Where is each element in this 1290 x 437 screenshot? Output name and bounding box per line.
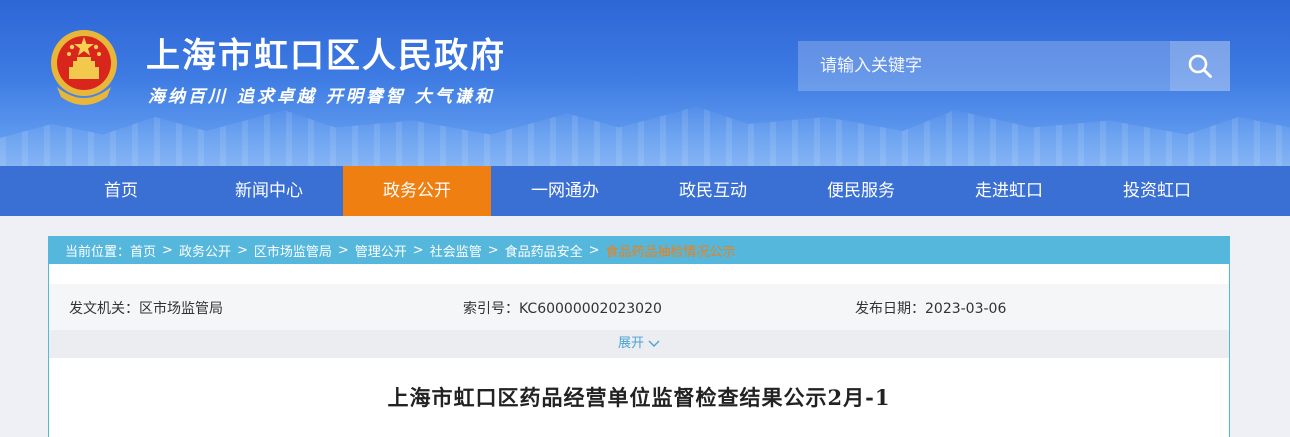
search-input[interactable] (798, 41, 1170, 91)
index-value: KC60000002023020 (519, 301, 662, 317)
site-slogan: 海纳百川 追求卓越 开明睿智 大气谦和 (148, 87, 495, 107)
issuer-value: 区市场监管局 (139, 301, 223, 317)
chevron-down-icon (648, 340, 660, 347)
national-emblem-icon[interactable] (47, 27, 121, 105)
breadcrumb: 当前位置： 首页 > 政务公开 > 区市场监管局 > 管理公开 > 社会监管 >… (49, 236, 1229, 264)
breadcrumb-item[interactable]: 区市场监管局 (254, 241, 332, 260)
main-nav: 首页 新闻中心 政务公开 一网通办 政民互动 便民服务 走进虹口 投资虹口 (0, 166, 1290, 216)
breadcrumb-separator: > (337, 242, 349, 258)
breadcrumb-separator: > (162, 242, 173, 258)
document-metadata: 发文机关：区市场监管局 索引号：KC60000002023020 发布日期：20… (49, 284, 1229, 330)
nav-item-government-affairs[interactable]: 政务公开 (343, 166, 491, 216)
date-label: 发布日期： (855, 301, 925, 317)
nav-item-news[interactable]: 新闻中心 (195, 166, 343, 216)
content-panel: 当前位置： 首页 > 政务公开 > 区市场监管局 > 管理公开 > 社会监管 >… (48, 236, 1230, 437)
breadcrumb-separator: > (236, 242, 248, 258)
breadcrumb-item[interactable]: 管理公开 (355, 241, 407, 260)
expand-toggle[interactable]: 展开 (49, 330, 1229, 358)
search-icon (1188, 54, 1212, 78)
issuer-label: 发文机关： (69, 301, 139, 317)
breadcrumb-item[interactable]: 食品药品安全 (505, 241, 583, 260)
breadcrumb-item[interactable]: 社会监管 (430, 241, 482, 260)
article-title: 上海市虹口区药品经营单位监督检查结果公示2月-1 (387, 385, 891, 410)
index-label: 索引号： (463, 301, 519, 317)
date-value: 2023-03-06 (925, 301, 1007, 317)
search-button[interactable] (1170, 41, 1230, 91)
search-box (798, 41, 1230, 91)
nav-item-home[interactable]: 首页 (47, 166, 195, 216)
breadcrumb-item[interactable]: 政务公开 (179, 241, 231, 260)
breadcrumb-current[interactable]: 食品药品抽检情况公示 (606, 241, 736, 260)
breadcrumb-item[interactable]: 首页 (130, 241, 156, 260)
issuer-field: 发文机关：区市场监管局 (69, 298, 223, 318)
site-title[interactable]: 上海市虹口区人民政府 (146, 28, 506, 77)
nav-item-about-hongkou[interactable]: 走进虹口 (935, 166, 1083, 216)
site-header: 上海市虹口区人民政府 海纳百川 追求卓越 开明睿智 大气谦和 (0, 0, 1290, 166)
breadcrumb-separator: > (487, 242, 499, 258)
nav-item-online-services[interactable]: 一网通办 (491, 166, 639, 216)
expand-label: 展开 (617, 336, 644, 351)
nav-item-public-services[interactable]: 便民服务 (787, 166, 935, 216)
breadcrumb-prefix: 当前位置： (65, 244, 131, 260)
index-field: 索引号：KC60000002023020 (463, 298, 662, 318)
breadcrumb-separator: > (412, 242, 424, 258)
breadcrumb-separator: > (588, 242, 600, 258)
nav-item-interaction[interactable]: 政民互动 (639, 166, 787, 216)
date-field: 发布日期：2023-03-06 (855, 298, 1006, 318)
nav-item-invest-hongkou[interactable]: 投资虹口 (1083, 166, 1231, 216)
